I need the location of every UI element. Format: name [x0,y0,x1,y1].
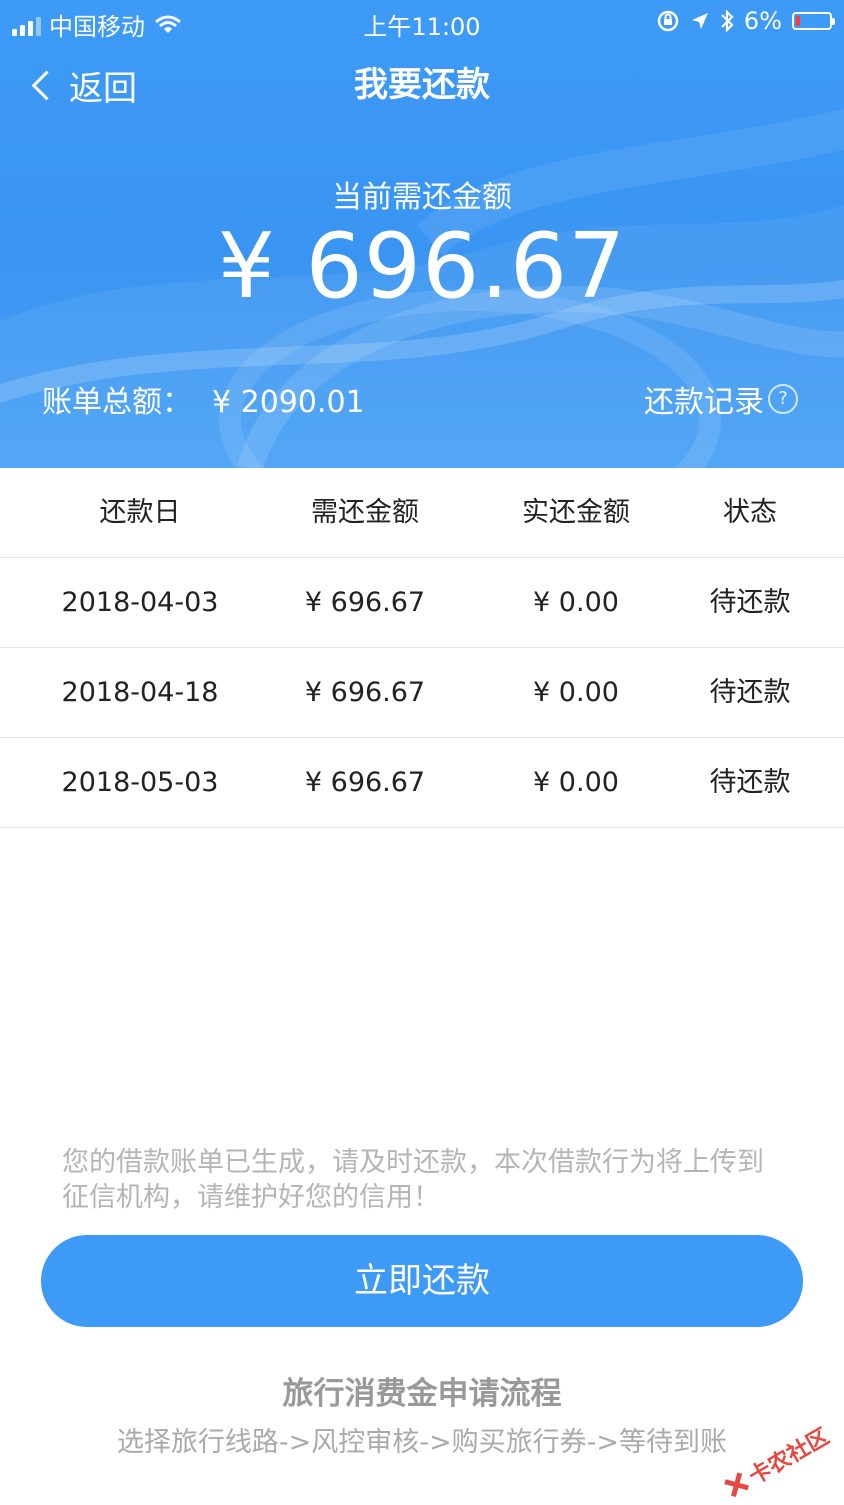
location-icon [691,13,708,29]
page-title: 我要还款 [354,65,490,105]
bill-total-value: ¥ 2090.01 [212,385,365,420]
table-row: 2018-04-03 ¥ 696.67 ¥ 0.00 待还款 [0,558,844,648]
repayment-record-label: 还款记录 [644,385,764,420]
due-amount-value: ¥ 696.67 [217,214,627,319]
row-status: 待还款 [709,767,791,798]
battery-icon [792,12,835,30]
row-status: 待还款 [709,587,791,618]
battery-percent: 6% [743,7,782,35]
table-row: 2018-05-03 ¥ 696.67 ¥ 0.00 待还款 [0,738,844,828]
status-bar: 中国移动 上午11:00 6% [0,0,844,42]
repayment-record-link[interactable]: 还款记录 ? [644,377,798,421]
table-row: 2018-04-18 ¥ 696.67 ¥ 0.00 待还款 [0,648,844,738]
row-due-amount: ¥ 696.67 [304,587,426,618]
row-status: 待还款 [709,677,791,708]
credit-notice: 您的借款账单已生成，请及时还款，本次借款行为将上传到征信机构，请维护好您的信用！ [62,1147,764,1213]
row-due-date: 2018-04-18 [61,677,219,708]
row-paid-amount: ¥ 0.00 [533,587,619,618]
flow-steps: 选择旅行线路->风控审核->购买旅行券->等待到账 [116,1427,728,1458]
help-icon[interactable]: ? [768,384,798,414]
rotation-lock-icon [657,10,679,32]
bill-total-label: 账单总额： [42,385,192,420]
header-due-date: 还款日 [99,497,181,528]
nav-bar: 返回 我要还款 [0,50,844,120]
table-header-row: 还款日 需还金额 实还金额 状态 [0,468,844,558]
repayment-table: 还款日 需还金额 实还金额 状态 2018-04-03 ¥ 696.67 ¥ 0… [0,468,844,828]
pay-now-button[interactable]: 立即还款 [41,1235,803,1327]
summary-header: 中国移动 上午11:00 6% 返回 我要还款 当前需还金额 ¥ 696.67 … [0,0,844,468]
row-due-amount: ¥ 696.67 [304,767,426,798]
bluetooth-icon [721,9,734,33]
row-due-amount: ¥ 696.67 [304,677,426,708]
row-due-date: 2018-04-03 [61,587,219,618]
row-due-date: 2018-05-03 [61,767,219,798]
flow-title: 旅行消费金申请流程 [282,1376,562,1412]
header-paid-amount: 实还金额 [522,497,630,528]
header-status: 状态 [723,497,777,528]
bill-total: 账单总额： ¥ 2090.01 [42,377,365,421]
row-paid-amount: ¥ 0.00 [533,677,619,708]
due-amount-label: 当前需还金额 [332,180,512,215]
header-due-amount: 需还金额 [311,497,419,528]
row-paid-amount: ¥ 0.00 [533,767,619,798]
